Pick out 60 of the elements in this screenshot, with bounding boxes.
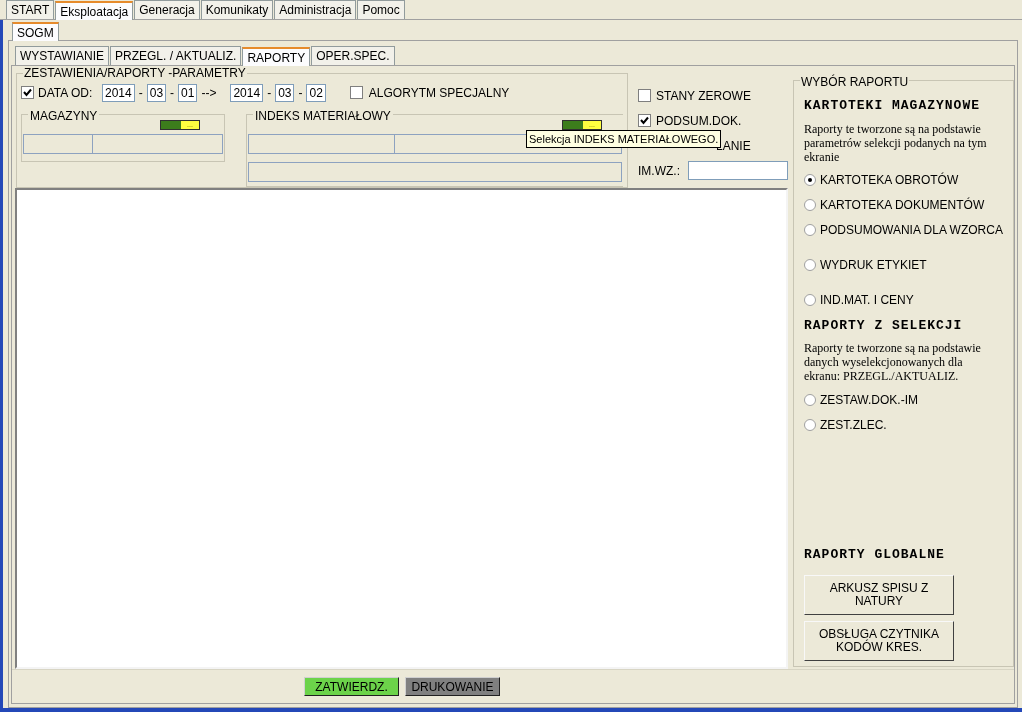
radio-button[interactable] (804, 418, 816, 431)
group-title: ZESTAWIENIA/RAPORTY -PARAMETRY (23, 67, 247, 80)
section-heading: KARTOTEKI MAGAZYNOWE (804, 97, 982, 115)
radio-button[interactable] (804, 259, 816, 271)
date-field[interactable]: 01 (178, 83, 198, 102)
radio-label: WYDRUK ETYKIET (820, 257, 927, 274)
date-separator: --> (201, 84, 217, 102)
date-separator: - (298, 84, 303, 102)
checkbox[interactable] (21, 86, 34, 99)
checkbox-label: DATA OD: (38, 84, 94, 102)
checkbox[interactable] (349, 86, 363, 99)
radio-label: PODSUMOWANIA DLA WZORCA (820, 222, 1003, 239)
input-field[interactable] (248, 134, 395, 154)
checkbox[interactable] (638, 114, 651, 127)
checkbox[interactable] (638, 89, 651, 102)
description-text: Raporty te tworzone są na podstawie parametrów selekcji podanych na tym ekranie (804, 121, 988, 164)
radio-button[interactable] (804, 294, 816, 306)
section-heading: RAPORTY Z SELEKCJI (804, 316, 964, 335)
date-separator: - (170, 84, 175, 102)
tab[interactable]: START (6, 0, 55, 19)
tab[interactable]: WYSTAWIANIE (15, 46, 109, 65)
tab[interactable]: Generacja (134, 0, 200, 19)
date-separator: - (267, 84, 272, 102)
radio-button[interactable] (804, 174, 816, 186)
description-text: Raporty te tworzone są na podstawie danych wyselekcjonowanych dla ekranu: PRZEGL./AKTUALIZ. (804, 341, 982, 383)
tab[interactable]: Administracja (274, 0, 357, 19)
radio-button[interactable] (804, 224, 816, 236)
date-field[interactable]: 03 (146, 83, 167, 102)
radio-label: ZEST.ZLEC. (820, 416, 887, 434)
tab[interactable]: PRZEGL. / AKTUALIZ. (110, 46, 242, 65)
radio-label: KARTOTEKA OBROTÓW (820, 171, 959, 189)
section-heading: RAPORTY GLOBALNE (804, 545, 946, 564)
date-separator: - (138, 84, 143, 102)
date-field[interactable]: 02 (306, 83, 326, 102)
input-field[interactable] (92, 134, 223, 154)
tab[interactable]: OPER.SPEC. (311, 46, 395, 65)
print-button[interactable]: DRUKOWANIE (405, 677, 500, 696)
radio-label: IND.MAT. I CENY (820, 292, 914, 309)
confirm-button[interactable]: ZATWIERDZ. (304, 677, 399, 696)
radio-button[interactable] (804, 393, 816, 406)
checkbox-label: PODSUM.DOK. (656, 112, 742, 130)
radio-label: ZESTAW.DOK.-IM (820, 391, 918, 409)
radio-button[interactable] (804, 199, 816, 211)
checkbox-label: STANY ZEROWE (656, 87, 751, 105)
tab[interactable]: Pomoc (357, 0, 405, 19)
tab[interactable]: RAPORTY (242, 47, 311, 66)
tab[interactable]: SOGM (12, 22, 59, 41)
date-field[interactable]: 03 (275, 83, 295, 102)
date-field[interactable]: 2014 (230, 83, 264, 102)
input-field[interactable] (688, 161, 788, 180)
report-button[interactable]: OBSŁUGA CZYTNIKA KODÓW KRES. (804, 621, 954, 661)
radio-label: KARTOTEKA DOKUMENTÓW (820, 196, 985, 214)
report-button[interactable]: ARKUSZ SPISU Z NATURY (804, 575, 954, 615)
checkbox-label: ALGORYTM SPECJALNY (368, 84, 510, 102)
input-field[interactable] (248, 162, 622, 182)
tab[interactable]: Komunikaty (200, 0, 274, 19)
tab[interactable]: Eksploatacja (55, 1, 134, 20)
input-field[interactable] (23, 134, 93, 154)
field-label: IM.WZ.: (638, 162, 681, 180)
date-field[interactable]: 2014 (102, 83, 135, 102)
